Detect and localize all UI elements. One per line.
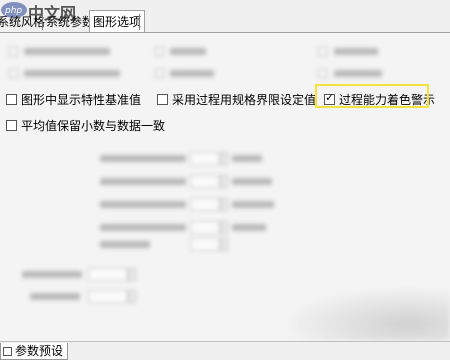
checkbox-icon — [6, 94, 17, 105]
use-process-spec-limits-label: 采用过程用规格界限设定值 — [172, 93, 317, 107]
checkbox-icon — [157, 94, 168, 105]
mean-decimal-consistent-checkbox[interactable]: 平均值保留小数与数据一致 — [6, 118, 165, 134]
show-spec-baseline-checkbox[interactable]: 图形中显示特性基准值 — [6, 92, 141, 108]
mean-decimal-consistent-label: 平均值保留小数与数据一致 — [21, 119, 166, 133]
checkbox-icon — [3, 347, 12, 356]
tab-graph-options[interactable]: 图形选项 — [89, 10, 146, 32]
bottom-tab-param-presets[interactable]: 参数预设 — [0, 343, 69, 360]
highlight-frame — [315, 84, 429, 108]
tab-separator — [139, 14, 140, 30]
watermark-overlay — [280, 286, 450, 341]
bottom-bar: 参数预设 — [0, 341, 450, 360]
tab-system-style[interactable]: 系统风格 — [0, 12, 48, 32]
checkbox-icon — [6, 120, 17, 131]
show-spec-baseline-label: 图形中显示特性基准值 — [21, 93, 142, 107]
bottom-tab-label: 参数预设 — [15, 344, 64, 358]
use-process-spec-limits-checkbox[interactable]: 采用过程用规格界限设定值 — [157, 92, 316, 108]
tab-strip: 系统风格 系统参数 图形选项 — [0, 10, 450, 32]
